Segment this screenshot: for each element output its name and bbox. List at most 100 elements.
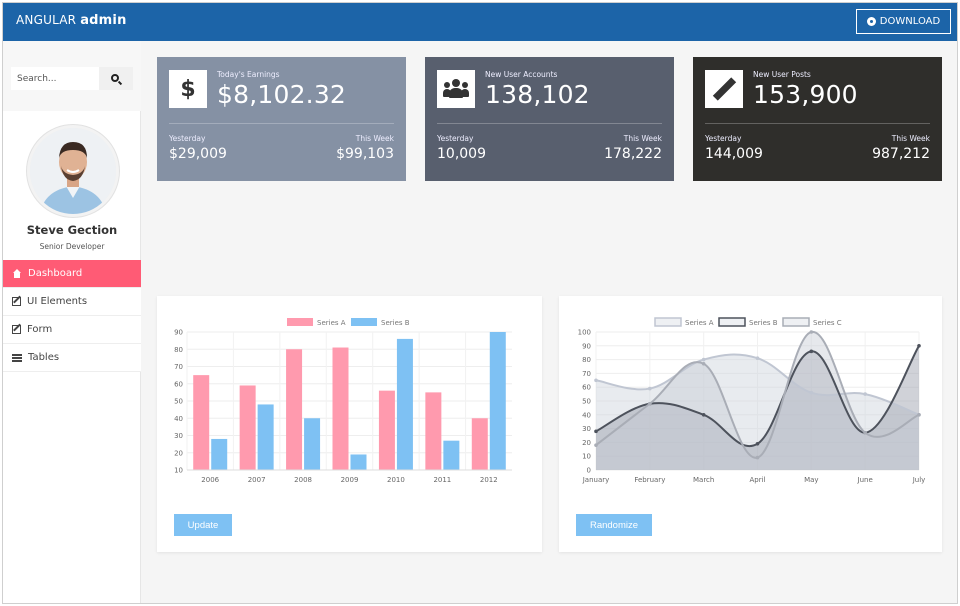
card-label: Today's Earnings bbox=[217, 70, 280, 79]
data-point bbox=[809, 330, 814, 334]
bar bbox=[239, 385, 256, 470]
card-yesterday-label: Yesterday bbox=[169, 134, 206, 143]
card-divider bbox=[169, 123, 394, 124]
x-tick-label: 2011 bbox=[433, 476, 451, 484]
card-week-label: This Week bbox=[623, 134, 662, 143]
card-yesterday-label: Yesterday bbox=[437, 134, 474, 143]
card-yesterday-value: 144,009 bbox=[705, 146, 763, 162]
sidebar-item-label: Tables bbox=[28, 352, 60, 363]
legend-swatch bbox=[654, 317, 682, 327]
card-yesterday-value: 10,009 bbox=[437, 146, 486, 162]
x-tick-label: 2006 bbox=[201, 476, 219, 484]
line-chart: 0 10 20 30 40 50 60 70 80 90 100 January February Mar… bbox=[578, 317, 926, 484]
card-value: $8,102.32 bbox=[217, 80, 347, 109]
sidebar-item-label: Form bbox=[27, 324, 53, 335]
sidebar-item-form[interactable]: Form bbox=[3, 316, 141, 344]
card-divider bbox=[705, 123, 930, 124]
x-tick-label: 2012 bbox=[480, 476, 498, 484]
sidebar-item-ui-elements[interactable]: UI Elements bbox=[3, 288, 141, 316]
bar bbox=[211, 438, 228, 470]
data-point bbox=[863, 430, 867, 435]
randomize-button[interactable]: Randomize bbox=[576, 514, 652, 536]
search-button[interactable] bbox=[99, 67, 133, 90]
data-point bbox=[863, 392, 867, 396]
legend-label: Series A bbox=[317, 319, 346, 327]
data-point bbox=[809, 349, 814, 354]
data-point bbox=[701, 361, 706, 366]
app-frame: ANGULAR admin DOWNLOAD Search... Steve G… bbox=[2, 2, 958, 604]
top-navbar: ANGULAR admin DOWNLOAD bbox=[3, 3, 957, 41]
y-tick-label: 60 bbox=[174, 380, 183, 388]
legend-swatch bbox=[782, 317, 810, 327]
download-label: DOWNLOAD bbox=[879, 16, 941, 27]
data-point bbox=[594, 429, 598, 434]
y-tick-label: 50 bbox=[582, 398, 591, 406]
card-week-value: $99,103 bbox=[336, 146, 394, 162]
legend-swatch bbox=[718, 317, 746, 327]
stat-card-accounts: New User Accounts 138,102 Yesterday This… bbox=[425, 57, 674, 181]
card-yesterday-label: Yesterday bbox=[705, 134, 742, 143]
legend-swatch bbox=[351, 318, 377, 326]
y-tick-label: 80 bbox=[582, 356, 591, 364]
data-point bbox=[755, 455, 760, 460]
x-tick-label: 2010 bbox=[387, 476, 405, 484]
data-point bbox=[701, 413, 706, 417]
y-tick-label: 10 bbox=[582, 453, 591, 461]
bar bbox=[332, 347, 349, 470]
bar-chart-panel: 10 20 30 40 50 60 70 80 90 2006 2007 2008 2009 2010 20… bbox=[157, 296, 542, 552]
brand-light: ANGULAR bbox=[16, 13, 77, 27]
y-tick-label: 50 bbox=[174, 398, 183, 406]
card-week-value: 987,212 bbox=[872, 146, 930, 162]
x-tick-label: July bbox=[912, 476, 926, 484]
card-week-value: 178,222 bbox=[604, 146, 662, 162]
sidebar-item-label: UI Elements bbox=[27, 296, 88, 307]
sidebar-item-dashboard[interactable]: Dashboard bbox=[3, 260, 141, 288]
search-area bbox=[3, 41, 141, 111]
y-tick-label: 20 bbox=[582, 439, 591, 447]
line-chart-panel: 0 10 20 30 40 50 60 70 80 90 100 January February Mar… bbox=[559, 296, 942, 552]
data-point bbox=[594, 443, 598, 447]
pencil-icon bbox=[705, 70, 743, 108]
data-point bbox=[648, 401, 652, 406]
bar bbox=[425, 392, 442, 470]
search-input[interactable] bbox=[11, 67, 99, 90]
github-icon bbox=[866, 17, 876, 26]
bar bbox=[257, 404, 274, 470]
x-tick-label: 2008 bbox=[294, 476, 312, 484]
sidebar: Steve Gection Senior Developer Dashboard… bbox=[3, 41, 141, 603]
card-week-label: This Week bbox=[355, 134, 394, 143]
y-tick-label: 0 bbox=[587, 467, 591, 475]
download-button[interactable]: DOWNLOAD bbox=[856, 9, 951, 34]
y-tick-label: 30 bbox=[582, 425, 591, 433]
stat-card-posts: New User Posts 153,900 Yesterday This We… bbox=[693, 57, 942, 181]
data-point bbox=[648, 386, 652, 391]
bar-chart: 10 20 30 40 50 60 70 80 90 2006 2007 2008 2009 2010 20… bbox=[174, 318, 512, 484]
bars-icon bbox=[12, 353, 22, 363]
y-tick-label: 60 bbox=[582, 384, 591, 392]
legend-label: Series A bbox=[685, 319, 714, 327]
card-divider bbox=[437, 123, 662, 124]
brand-bold: admin bbox=[80, 13, 127, 28]
y-tick-label: 90 bbox=[582, 342, 591, 350]
stat-card-earnings: $ Today's Earnings $8,102.32 Yesterday T… bbox=[157, 57, 406, 181]
sidebar-item-tables[interactable]: Tables bbox=[3, 344, 141, 372]
card-value: 138,102 bbox=[485, 80, 590, 109]
x-tick-label: March bbox=[693, 476, 714, 484]
data-point bbox=[701, 357, 706, 362]
x-tick-label: 2007 bbox=[248, 476, 266, 484]
bar bbox=[304, 418, 321, 470]
legend-label: Series B bbox=[749, 319, 778, 327]
y-tick-label: 30 bbox=[174, 432, 183, 440]
home-icon bbox=[12, 268, 22, 279]
brand-logo[interactable]: ANGULAR admin bbox=[16, 13, 127, 28]
data-point bbox=[594, 378, 598, 383]
bar bbox=[378, 390, 395, 470]
bar bbox=[489, 332, 506, 470]
x-tick-label: 2009 bbox=[341, 476, 359, 484]
card-label: New User Accounts bbox=[485, 70, 558, 79]
y-tick-label: 20 bbox=[174, 449, 183, 457]
x-tick-label: January bbox=[582, 476, 610, 484]
y-tick-label: 90 bbox=[174, 329, 183, 337]
legend-swatch bbox=[287, 318, 313, 326]
update-button[interactable]: Update bbox=[174, 514, 232, 536]
